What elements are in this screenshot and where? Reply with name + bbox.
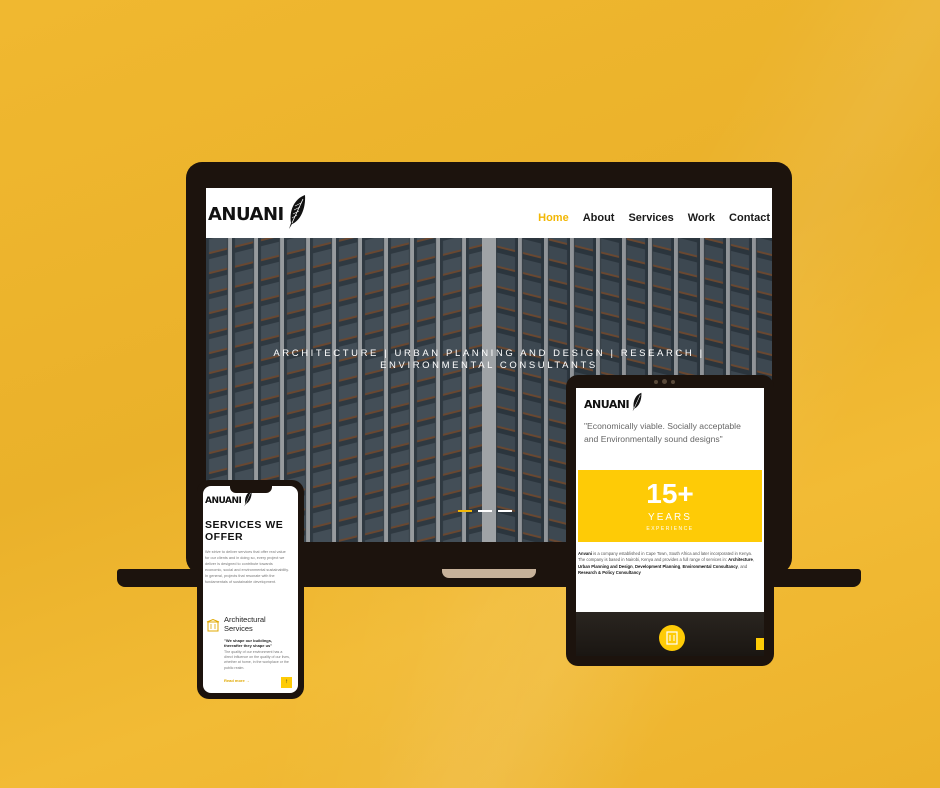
- camera-dot: [654, 380, 658, 384]
- services-heading: SERVICES WE OFFER: [205, 519, 284, 543]
- nav-home[interactable]: Home: [538, 212, 569, 224]
- site-logo[interactable]: ANUANI: [208, 194, 308, 235]
- nav-about[interactable]: About: [583, 212, 615, 224]
- camera-dot: [671, 380, 675, 384]
- tagline-quote: "Economically viable. Socially acceptabl…: [584, 421, 741, 444]
- background-light-streak: [0, 560, 940, 788]
- building-icon: [206, 618, 220, 638]
- feather-icon: [243, 490, 253, 512]
- scroll-top-button[interactable]: [756, 638, 764, 650]
- feather-icon: [631, 392, 643, 417]
- services-intro: We strive to deliver services that offer…: [205, 550, 289, 584]
- phone-screen: ANUANI SERVICES WE OFFER We strive to de…: [203, 486, 298, 693]
- service-development-planning: Development Planning: [635, 563, 681, 569]
- nav-services[interactable]: Services: [628, 212, 673, 224]
- main-nav: Home About Services Work Contact: [538, 212, 770, 224]
- logo-text: ANUANI: [205, 496, 242, 506]
- laptop-trackpad-notch: [442, 569, 536, 578]
- separator: ,: [752, 557, 754, 563]
- read-more-link[interactable]: Read more →: [224, 678, 250, 683]
- nav-contact[interactable]: Contact: [729, 212, 770, 224]
- site-logo[interactable]: ANUANI: [584, 392, 643, 417]
- phone-notch: [230, 486, 272, 493]
- about-text: Anvani is a company established in Cape …: [578, 551, 760, 577]
- years-number: 15+: [646, 478, 694, 509]
- service-architecture: Architecture: [728, 557, 753, 563]
- feather-icon: [286, 194, 308, 235]
- years-label: YEARS: [648, 512, 692, 523]
- slider-dot-1[interactable]: [458, 510, 472, 512]
- site-logo[interactable]: ANUANI: [205, 490, 253, 512]
- slider-dot-3[interactable]: [498, 510, 512, 512]
- service-quote: "We shape our buildings, thereafter they…: [224, 638, 273, 649]
- hero-tagline: ARCHITECTURE | URBAN PLANNING AND DESIGN…: [273, 348, 705, 371]
- service-description: The quality of our environment has a dir…: [224, 650, 290, 670]
- about-body: is a company established in Cape Town, S…: [578, 551, 753, 563]
- experience-block: 15+ YEARS EXPERIENCE: [578, 470, 762, 542]
- building-icon: [666, 631, 678, 645]
- slider-dot-2[interactable]: [478, 510, 492, 512]
- camera-icon: [662, 379, 667, 384]
- company-name: Anvani: [578, 551, 592, 556]
- logo-text: ANUANI: [208, 204, 284, 225]
- tablet-screen: ANUANI "Economically viable. Socially ac…: [576, 388, 764, 656]
- service-title: Architectural Services: [224, 615, 266, 633]
- slider-dots: [458, 510, 512, 512]
- scroll-top-button[interactable]: ↑: [281, 677, 292, 688]
- service-research: Research & Policy Consultancy: [578, 570, 641, 576]
- service-environmental: Environmental Consultancy: [682, 563, 738, 569]
- experience-label: EXPERIENCE: [646, 526, 694, 532]
- service-urban-planning: Urban Planning and Design: [578, 563, 633, 569]
- nav-work[interactable]: Work: [688, 212, 715, 224]
- logo-text: ANUANI: [584, 398, 630, 411]
- service-badge[interactable]: [659, 625, 685, 651]
- site-header: ANUANI Home About Services Work Contact: [206, 188, 772, 238]
- separator: , and: [737, 563, 748, 569]
